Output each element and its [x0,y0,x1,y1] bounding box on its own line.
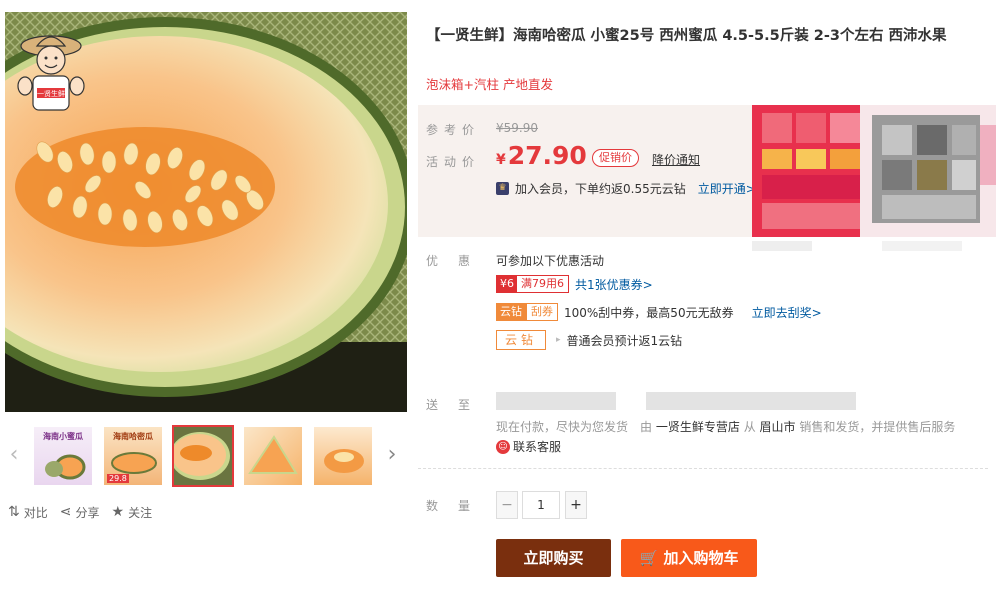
share-icon: ⋖ [59,504,72,520]
ship-note-mid: 从 [743,420,756,434]
product-title: 【一贤生鲜】海南哈密瓜 小蜜25号 西州蜜瓜 4.5-5.5斤装 2-3个左右 … [426,28,947,44]
compare-button[interactable]: ⇅ 对比 [8,502,48,522]
promotions-label: 优惠 [426,254,491,268]
blurred-ad-caption [752,237,982,255]
buy-now-button[interactable]: 立即购买 [496,539,611,577]
thumbnail-2[interactable]: 海南哈密瓜 29.8 [102,425,164,487]
member-crown-icon: ♛ [496,182,509,195]
add-to-cart-button[interactable]: 🛒 加入购物车 [621,539,757,577]
quantity-minus-button[interactable]: − [496,491,518,519]
contact-service-link[interactable]: ☺ 联系客服 [496,438,561,455]
ref-price-label: 参考价 [426,123,481,137]
address-selector-blurred[interactable] [496,392,616,410]
member-rebate-text: 加入会员，下单约返0.55元云钻 [515,182,686,196]
cloud-tag-left: 云钻 [496,303,526,321]
ship-note-prefix: 现在付款，尽快为您发货 由 [496,420,653,434]
coupon-row: ¥6 满79用6 共1张优惠券> [496,275,653,293]
quantity-plus-button[interactable]: + [565,491,587,519]
cart-icon: 🛒 [639,549,659,567]
price-panel: 参考价 ¥59.90 活动价 ¥ 27.90 促销价 降价通知 ♛ 加入会员，下… [418,105,996,237]
price-drop-notify-link[interactable]: 降价通知 [652,151,700,168]
star-icon: ★ [111,504,125,520]
coupon-count-link[interactable]: 共1张优惠券> [575,276,653,293]
thumbnail-5[interactable] [312,425,374,487]
thumbnail-3-selected[interactable] [172,425,234,487]
cloud-return-row: 云钻 ▸ 普通会员预计返1云钻 [496,330,682,350]
brand-mascot-logo: 一贤生鲜 [15,26,87,118]
share-button[interactable]: ⋖ 分享 [60,502,100,522]
coupon-tag[interactable]: ¥6 满79用6 [496,275,569,293]
thumbnail-1[interactable]: 海南小蜜瓜 [32,425,94,487]
arrow-right-icon: ▸ [556,335,561,345]
follow-button[interactable]: ★ 关注 [112,502,153,522]
promo-price-badge: 促销价 [592,149,639,167]
add-to-cart-label: 加入购物车 [663,549,739,567]
product-subtitle: 泡沫箱+汽柱 产地直发 [426,77,553,92]
cloud-scratch-text: 100%刮中券，最高50元无敌券 [564,305,734,320]
cloud-tag-right: 刮券 [526,303,558,321]
main-product-image: 一贤生鲜 [5,12,407,412]
member-rebate-line: ♛ 加入会员，下单约返0.55元云钻 立即开通> [496,180,756,197]
act-price: ¥ 27.90 [496,141,587,170]
customer-service-icon: ☺ [496,439,510,454]
cloud-diamond-tag: 云钻 [496,330,547,350]
promotions-intro: 可参加以下优惠活动 [496,254,605,268]
thumb-next-arrow-icon[interactable]: › [382,442,402,468]
compare-label: 对比 [23,505,48,520]
quantity-input[interactable] [522,491,560,519]
svg-text:一贤生鲜: 一贤生鲜 [37,89,65,98]
ship-to-label: 送至 [426,398,491,412]
cloud-scratch-row: 云钻 刮券 100%刮中券，最高50元无敌券 立即去刮奖> [496,303,822,321]
delivery-info-blurred [646,392,856,410]
ref-price-value: ¥59.90 [496,121,538,135]
member-open-link[interactable]: 立即开通> [698,180,756,197]
quantity-label: 数量 [426,499,491,513]
section-divider [418,468,988,469]
currency-symbol: ¥ [496,152,506,168]
coupon-amount: ¥6 [497,276,517,292]
thumbnail-strip: ‹ 海南小蜜瓜 海南哈密瓜 29.8 › [0,420,410,490]
cloud-scratch-tag: 云钻 刮券 [496,303,558,321]
ship-note-suffix: 销售和发货，并提供售后服务 [799,420,956,434]
follow-label: 关注 [128,505,153,520]
shipping-note: 现在付款，尽快为您发货 由 一贤生鲜专营店 从 眉山市 销售和发货，并提供售后服… [496,418,955,435]
thumbnail-4[interactable] [242,425,304,487]
act-price-value: 27.90 [507,141,587,170]
store-name: 一贤生鲜专营店 [655,420,740,434]
ship-origin: 眉山市 [759,420,796,434]
thumbnail-2-price-tag: 29.8 [107,474,129,483]
thumb-prev-arrow-icon[interactable]: ‹ [4,442,24,468]
compare-icon: ⇅ [8,504,20,520]
coupon-condition: 满79用6 [517,276,568,292]
blurred-ad-banner[interactable] [752,105,996,237]
product-actions: ⇅ 对比 ⋖ 分享 ★ 关注 [8,502,152,522]
share-label: 分享 [75,505,100,520]
cloud-return-text: 普通会员预计返1云钻 [566,333,683,348]
act-price-label: 活动价 [426,155,481,169]
contact-service-label: 联系客服 [513,440,562,454]
scratch-now-link[interactable]: 立即去刮奖> [752,304,822,321]
